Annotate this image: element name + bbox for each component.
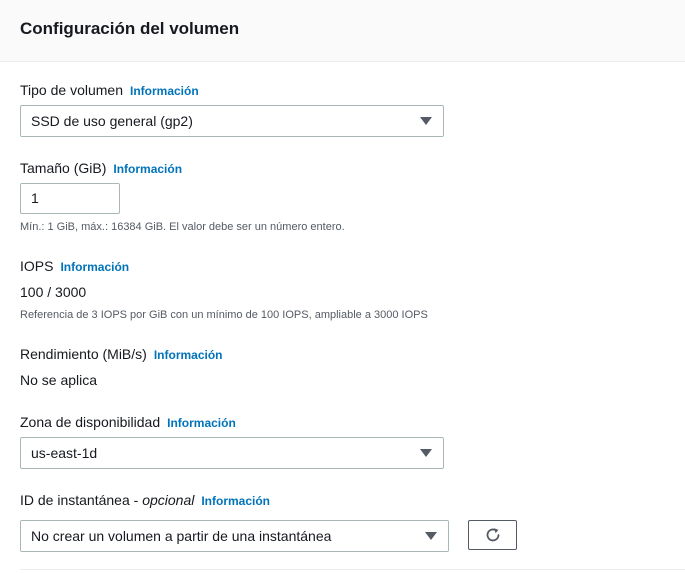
snapshot-selected-value: No crear un volumen a partir de una inst… <box>31 528 332 544</box>
caret-down-icon <box>420 117 432 125</box>
panel-header: Configuración del volumen <box>0 0 685 62</box>
iops-label: IOPS <box>20 258 54 274</box>
page-title: Configuración del volumen <box>20 19 240 38</box>
throughput-label: Rendimiento (MiB/s) <box>20 346 147 362</box>
size-label: Tamaño (GiB) <box>20 160 107 176</box>
availability-zone-info-link[interactable]: Información <box>167 416 236 430</box>
volume-type-select[interactable]: SSD de uso general (gp2) <box>20 105 444 137</box>
throughput-label-row: Rendimiento (MiB/s) Información <box>20 345 223 363</box>
throughput-value: No se aplica <box>20 372 98 388</box>
volume-type-selected-value: SSD de uso general (gp2) <box>31 113 193 129</box>
iops-label-row: IOPS Información <box>20 257 129 275</box>
snapshot-label-row: ID de instantánea - opcional Información <box>20 491 270 509</box>
snapshot-info-link[interactable]: Información <box>201 494 270 508</box>
size-input-value: 1 <box>31 190 39 206</box>
size-label-row: Tamaño (GiB) Información <box>20 159 182 177</box>
iops-value: 100 / 3000 <box>20 284 87 300</box>
size-hint: Mín.: 1 GiB, máx.: 16384 GiB. El valor d… <box>20 221 345 233</box>
availability-zone-label-row: Zona de disponibilidad Información <box>20 413 236 431</box>
caret-down-icon <box>420 449 432 457</box>
volume-type-info-link[interactable]: Información <box>130 84 199 98</box>
iops-info-link[interactable]: Información <box>60 260 129 274</box>
availability-zone-selected-value: us-east-1d <box>31 445 98 461</box>
size-input[interactable]: 1 <box>20 183 120 214</box>
volume-type-label: Tipo de volumen <box>20 82 123 98</box>
snapshot-select[interactable]: No crear un volumen a partir de una inst… <box>20 520 449 552</box>
refresh-button[interactable] <box>468 520 517 550</box>
snapshot-optional-label: opcional <box>142 492 195 508</box>
size-info-link[interactable]: Información <box>113 162 182 176</box>
throughput-info-link[interactable]: Información <box>154 348 223 362</box>
caret-down-icon <box>425 532 437 540</box>
volume-type-label-row: Tipo de volumen Información <box>20 81 199 99</box>
bottom-divider <box>20 569 685 570</box>
snapshot-label: ID de instantánea - <box>20 492 143 508</box>
iops-hint: Referencia de 3 IOPS por GiB con un míni… <box>20 309 428 321</box>
refresh-icon <box>486 528 500 542</box>
availability-zone-label: Zona de disponibilidad <box>20 414 161 430</box>
availability-zone-select[interactable]: us-east-1d <box>20 437 444 469</box>
